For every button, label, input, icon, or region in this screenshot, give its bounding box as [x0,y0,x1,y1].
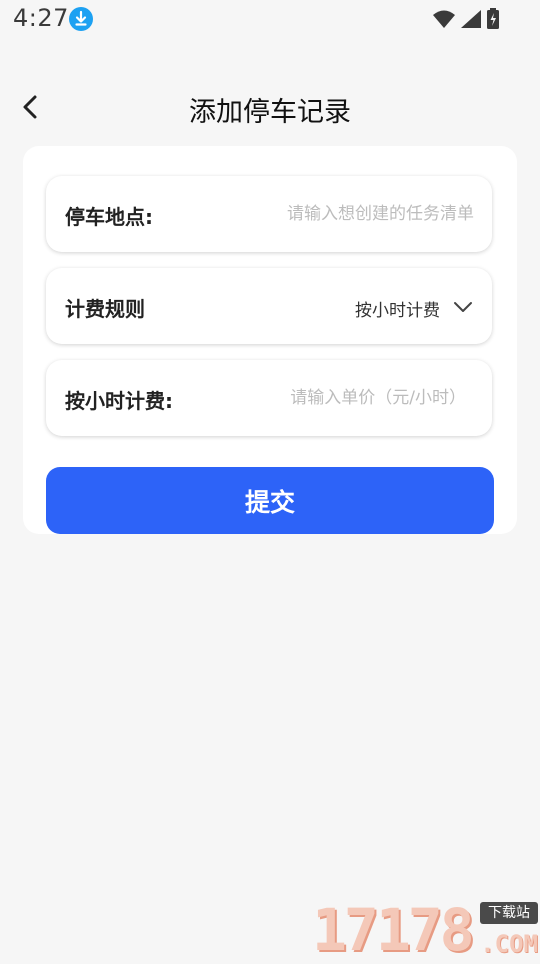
watermark-badge: 下载站 [480,902,538,924]
watermark-suffix: .COM [480,930,538,958]
header: 添加停车记录 [0,64,540,146]
chevron-down-icon[interactable] [452,296,474,318]
billing-rule-label: 计费规则 [65,297,145,321]
signal-icon [460,9,482,33]
hourly-rate-input[interactable] [216,378,466,418]
hourly-rate-field: 按小时计费: [46,360,492,436]
location-label: 停车地点: [65,205,153,229]
form-card: 停车地点: 计费规则 按小时计费 按小时计费: 提交 [23,146,517,534]
page-title: 添加停车记录 [189,97,351,128]
watermark-digits: 17178 [312,896,475,964]
watermark-logo: 17178 下载站 .COM [312,900,538,960]
billing-rule-field: 计费规则 按小时计费 [46,268,492,344]
download-icon [69,7,93,31]
wifi-icon [432,9,456,33]
status-bar: 4:27 [0,0,540,40]
location-field: 停车地点: [46,176,492,252]
status-icons [432,8,500,34]
battery-charging-icon [486,8,500,34]
location-input[interactable] [224,194,474,234]
submit-button[interactable]: 提交 [46,467,494,534]
hourly-rate-label: 按小时计费: [65,389,173,413]
status-time: 4:27 [13,4,69,32]
billing-rule-value: 按小时计费 [355,301,440,321]
